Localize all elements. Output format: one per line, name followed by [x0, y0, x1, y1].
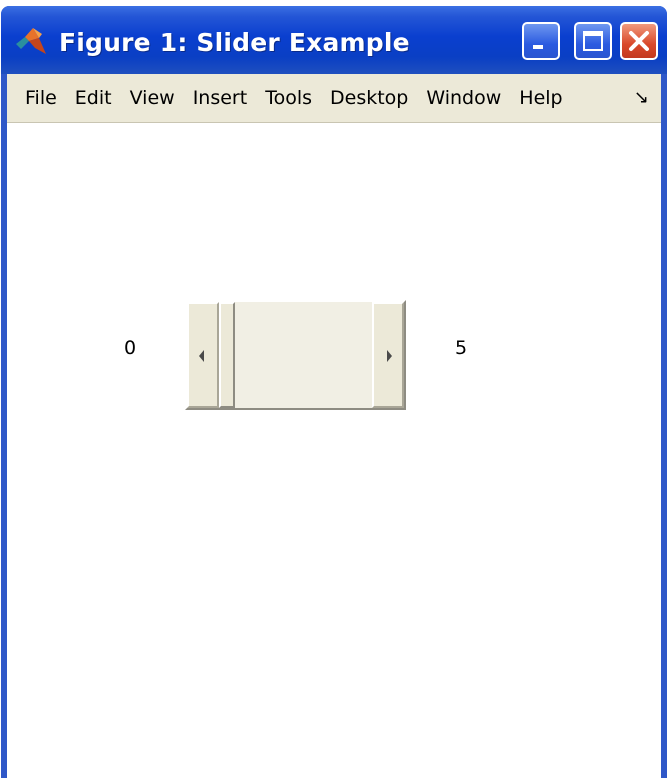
slider[interactable]: [185, 300, 406, 410]
maximize-button[interactable]: [574, 22, 612, 60]
window-title: Figure 1: Slider Example: [59, 28, 410, 57]
figure-canvas: 0 5: [7, 123, 661, 778]
figure-window: Figure 1: Slider Example File Edit View …: [1, 6, 667, 778]
menu-edit[interactable]: Edit: [75, 87, 112, 109]
matlab-logo-icon: [15, 26, 47, 56]
menu-insert[interactable]: Insert: [193, 87, 248, 109]
slider-thumb[interactable]: [219, 302, 235, 408]
slider-min-label: 0: [124, 337, 137, 359]
minimize-button[interactable]: [522, 22, 560, 60]
slider-track[interactable]: [219, 302, 372, 408]
menu-help[interactable]: Help: [519, 87, 562, 109]
menu-tools[interactable]: Tools: [265, 87, 312, 109]
title-bar[interactable]: Figure 1: Slider Example: [1, 6, 667, 74]
menu-bar: File Edit View Insert Tools Desktop Wind…: [7, 74, 661, 123]
slider-left-button[interactable]: [187, 302, 219, 408]
slider-right-button[interactable]: [372, 302, 404, 408]
menu-view[interactable]: View: [130, 87, 175, 109]
menu-window[interactable]: Window: [426, 87, 501, 109]
menu-file[interactable]: File: [25, 87, 57, 109]
close-button[interactable]: [620, 22, 658, 60]
toolbar-dock-arrow-icon[interactable]: ↘: [634, 87, 649, 108]
menu-desktop[interactable]: Desktop: [330, 87, 408, 109]
slider-max-label: 5: [455, 337, 468, 359]
